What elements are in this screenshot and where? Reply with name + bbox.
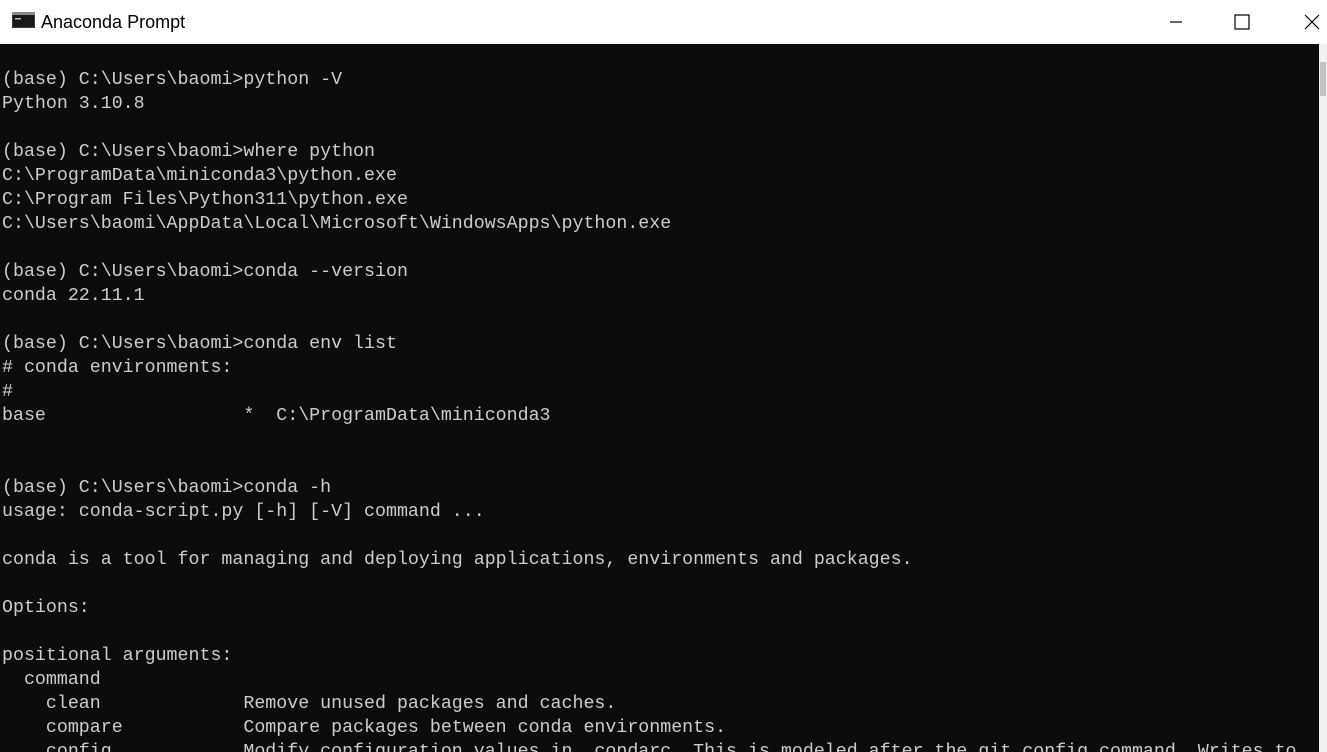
terminal-line: positional arguments: bbox=[2, 646, 233, 666]
terminal-line: (base) C:\Users\baomi>python -V bbox=[2, 70, 343, 90]
terminal-line: (base) C:\Users\baomi>conda --version bbox=[2, 262, 408, 282]
minimize-button[interactable] bbox=[1153, 0, 1199, 44]
terminal-line: C:\Program Files\Python311\python.exe bbox=[2, 190, 408, 210]
terminal-line: base * C:\ProgramData\miniconda3 bbox=[2, 406, 551, 426]
close-button[interactable] bbox=[1289, 0, 1327, 44]
terminal-line: (base) C:\Users\baomi>where python bbox=[2, 142, 375, 162]
terminal-lines: (base) C:\Users\baomi>python -V Python 3.… bbox=[2, 68, 1297, 752]
anaconda-prompt-window: Anaconda Prompt (base) C:\Users\baomi>py… bbox=[0, 0, 1327, 752]
window-title: Anaconda Prompt bbox=[41, 12, 186, 32]
terminal-line: (base) C:\Users\baomi>conda env list bbox=[2, 334, 397, 354]
terminal-line: conda 22.11.1 bbox=[2, 286, 145, 306]
terminal-line: clean Remove unused packages and caches. bbox=[2, 694, 617, 714]
terminal-line: # conda environments: bbox=[2, 358, 233, 378]
maximize-button[interactable] bbox=[1219, 0, 1265, 44]
terminal-line: compare Compare packages between conda e… bbox=[2, 718, 727, 738]
minimize-icon bbox=[1170, 16, 1182, 28]
terminal-output[interactable]: (base) C:\Users\baomi>python -V Python 3.… bbox=[0, 44, 1319, 752]
terminal-line: (base) C:\Users\baomi>conda -h bbox=[2, 478, 332, 498]
title-bar[interactable]: Anaconda Prompt bbox=[0, 0, 1327, 44]
terminal-line: usage: conda-script.py [-h] [-V] command… bbox=[2, 502, 485, 522]
scrollbar-thumb[interactable] bbox=[1320, 62, 1326, 96]
terminal-line: Options: bbox=[2, 598, 90, 618]
terminal-line: conda is a tool for managing and deployi… bbox=[2, 550, 913, 570]
terminal-line: command bbox=[2, 670, 101, 690]
terminal-line: C:\ProgramData\miniconda3\python.exe bbox=[2, 166, 397, 186]
terminal-line: config Modify configuration values in .c… bbox=[2, 742, 1297, 752]
terminal-line: C:\Users\baomi\AppData\Local\Microsoft\W… bbox=[2, 214, 672, 234]
terminal-line: Python 3.10.8 bbox=[2, 94, 145, 114]
vertical-scrollbar[interactable] bbox=[1319, 44, 1327, 752]
console-icon bbox=[12, 12, 35, 28]
terminal-line: # bbox=[2, 382, 13, 402]
close-icon bbox=[1304, 14, 1320, 30]
maximize-icon bbox=[1234, 14, 1250, 30]
